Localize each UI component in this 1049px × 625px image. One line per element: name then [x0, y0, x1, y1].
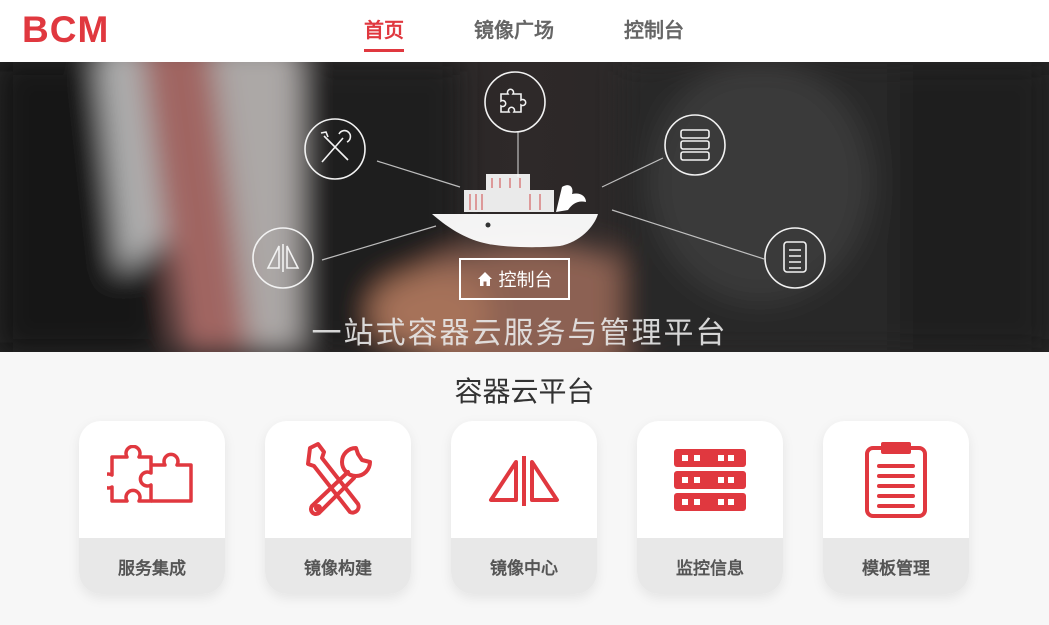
card-label: 镜像构建 [265, 538, 411, 594]
card-monitoring[interactable]: 监控信息 [637, 421, 783, 594]
home-icon [477, 272, 492, 286]
card-label: 镜像中心 [451, 538, 597, 594]
card-label: 模板管理 [823, 538, 969, 594]
server-icon [674, 448, 746, 511]
card-service-integration[interactable]: 服务集成 [79, 421, 225, 594]
card-image-center[interactable]: 镜像中心 [451, 421, 597, 594]
nav-item-image-square[interactable]: 镜像广场 [474, 14, 554, 43]
card-template-management[interactable]: 模板管理 [823, 421, 969, 594]
tools-icon [306, 441, 372, 516]
brand-logo[interactable]: BCM [22, 9, 109, 51]
card-label: 服务集成 [79, 538, 225, 594]
nav-item-console[interactable]: 控制台 [624, 14, 684, 43]
section-title: 容器云平台 [454, 375, 595, 408]
hero-banner: 控制台 一站式容器云服务与管理平台 [0, 62, 1049, 352]
hero-console-button-label: 控制台 [498, 270, 553, 291]
card-image-build[interactable]: 镜像构建 [265, 421, 411, 594]
puzzle-icon [107, 444, 193, 503]
card-label: 监控信息 [637, 538, 783, 594]
top-navbar: BCM 首页 镜像广场 控制台 [0, 0, 1049, 62]
hero-console-button[interactable]: 控制台 [459, 258, 570, 300]
hero-slogan: 一站式容器云服务与管理平台 [311, 316, 728, 351]
mirror-icon [489, 455, 559, 506]
clipboard-icon [865, 441, 927, 518]
nav-active-underline [364, 49, 404, 52]
nav-item-home[interactable]: 首页 [364, 14, 404, 43]
